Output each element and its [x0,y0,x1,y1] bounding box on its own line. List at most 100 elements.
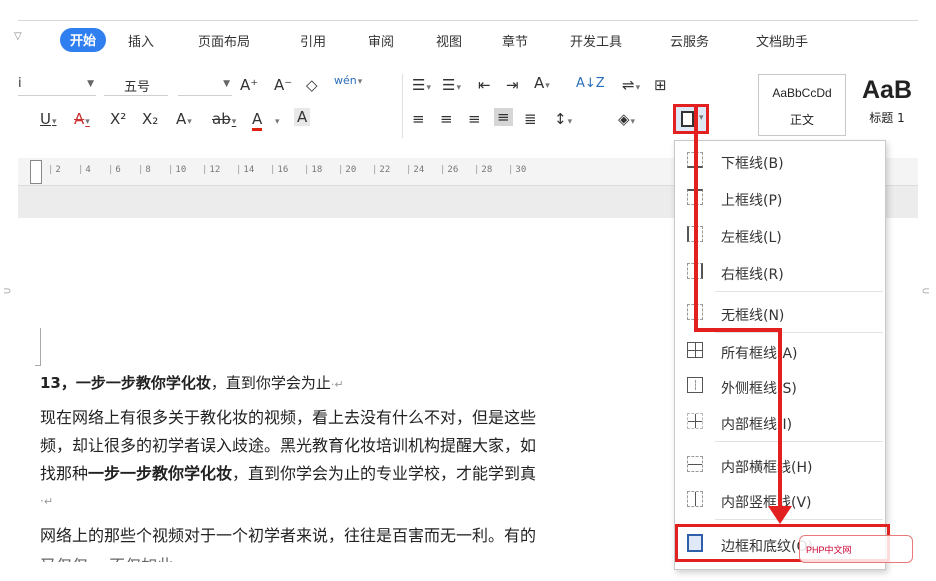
text-effect-button[interactable]: A▾ [176,110,192,128]
font-color-button[interactable]: A [252,110,263,131]
page-corner-mark [35,328,41,366]
table-grid-icon[interactable]: ⊞ [654,76,667,94]
style-normal[interactable]: AaBbCcDd 正文 [758,74,846,136]
doc-heading[interactable]: 13，一步一步教你学化妆，直到你学会为止·↵ [40,372,344,393]
ruler-tick: 20 [338,165,356,175]
paragraph-mark: ·↵ [330,378,344,391]
ruler-tick: 10 [168,165,186,175]
show-marks-icon[interactable]: ⇌▾ [622,76,640,94]
grow-font-button[interactable]: A⁺ [240,76,258,94]
tab-references[interactable]: 引用 [300,31,326,50]
ruler-tick: 16 [270,165,288,175]
left-border-icon [687,226,703,242]
tab-chapter[interactable]: 章节 [502,31,528,50]
menu-item-outside-borders[interactable]: 外侧框线(S) [675,371,885,401]
doc-line-partial[interactable]: 又仅仅… 不仅如此 … [40,552,194,562]
menu-item-label: 外侧框线(S) [721,381,797,397]
font-color-dropdown[interactable]: ▾ [274,110,280,128]
group-separator [402,74,403,138]
doc-text-bold: 一步一步教你学化妆 [88,464,233,483]
tab-page-layout[interactable]: 页面布局 [198,31,250,50]
highlight-button[interactable]: ab▾ [212,110,236,128]
indent-marker-icon[interactable] [30,160,42,184]
align-center-icon[interactable]: ≡ [440,110,453,128]
inside-horizontal-border-icon [687,456,703,472]
menu-item-all-borders[interactable]: 所有框线(A) [675,336,885,366]
menu-item-right-border[interactable]: 右框线(R) [675,257,885,287]
menu-item-inside-borders[interactable]: 内部框线(I) [675,407,885,437]
shrink-font-button[interactable]: A⁻ [274,76,292,94]
ruler-tick: 6 [108,165,120,175]
tab-cloud-service[interactable]: 云服务 [670,31,709,50]
doc-empty-line[interactable]: ·↵ [40,494,53,508]
phonetic-label: wén [334,74,357,87]
strikethrough-button[interactable]: A▾ [74,110,90,128]
numbered-list-icon[interactable]: ☰▾ [442,76,461,94]
tab-view[interactable]: 视图 [436,31,462,50]
increase-indent-icon[interactable]: ⇥ [506,76,519,94]
font-size-value: 五号 [124,80,151,95]
menu-item-label: 内部框线(I) [721,417,793,433]
doc-text: 找那种 [40,464,89,483]
tab-doc-assistant[interactable]: 文档助手 [756,31,808,50]
ruler-tick: 28 [474,165,492,175]
right-border-icon [687,263,703,279]
align-right-icon[interactable]: ≡ [468,110,481,128]
inside-vertical-border-icon [687,491,703,507]
collapse-caret-icon[interactable]: ▽ [14,31,22,42]
font-size-combo[interactable]: 五号 [104,76,168,96]
clear-format-icon[interactable]: ◇ [306,76,318,94]
tab-developer[interactable]: 开发工具 [570,31,622,50]
chevron-down-icon: ▼ [87,79,94,89]
menu-item-inside-vertical[interactable]: 内部竖框线(V) [675,485,885,515]
decrease-indent-icon[interactable]: ⇤ [478,76,491,94]
doc-heading-bold: 13，一步一步教你学化妆 [40,374,211,392]
underline-button[interactable]: U▾ [40,110,57,128]
tab-insert[interactable]: 插入 [128,31,154,50]
change-case-button[interactable]: A▾ [534,74,550,92]
justify-icon[interactable]: ≡ [494,108,513,126]
subscript-button[interactable]: X₂ [142,110,158,128]
align-left-icon[interactable]: ≡ [412,110,425,128]
distributed-align-icon[interactable]: ≣ [524,110,537,128]
menu-item-bottom-border[interactable]: 下框线(B) [675,146,885,176]
doc-line[interactable]: 网络上的那些个视频对于一个初学者来说，往往是百害而无一利。有的 [40,522,536,546]
ribbon-tab-bar: ▽ 开始 插入 页面布局 引用 审阅 视图 章节 开发工具 云服务 文档助手 [14,20,918,68]
ruler-tick: 22 [372,165,390,175]
ruler-tick: 14 [236,165,254,175]
ruler-tick: 2 [48,165,60,175]
bullet-list-icon[interactable]: ☰▾ [412,76,431,94]
font-color-label: A [252,110,263,128]
superscript-button[interactable]: X² [110,110,126,128]
underline-label: U [40,110,51,128]
ruler-tick: 12 [202,165,220,175]
border-icon [681,111,694,127]
highlight-label: ab [212,110,231,128]
doc-text: ，直到你学会为止的专业学校，才能学到真 [232,464,537,483]
menu-item-label: 右框线(R) [721,267,784,283]
tab-review[interactable]: 审阅 [368,31,394,50]
style-heading1[interactable]: AaB 标题 1 [852,74,922,136]
line-spacing-icon[interactable]: ↕▾ [554,110,572,128]
font-size-dropdown[interactable]: ▼ [178,76,232,96]
menu-item-top-border[interactable]: 上框线(P) [675,183,885,213]
tab-home[interactable]: 开始 [60,28,107,52]
menu-item-label: 内部竖框线(V) [721,495,812,511]
doc-line[interactable]: 频，却让很多的初学者误入歧途。黑光教育化妆培训机构提醒大家，如 [40,432,536,456]
doc-line[interactable]: 找那种一步一步教你学化妆，直到你学会为止的专业学校，才能学到真 [40,460,536,484]
border-button-highlighted[interactable]: ▾ [673,104,709,134]
menu-item-no-border[interactable]: 无框线(N) [675,298,885,328]
ruler-tick: 26 [440,165,458,175]
phonetic-guide-button[interactable]: wén▾ [334,74,362,87]
menu-item-inside-horizontal[interactable]: 内部横框线(H) [675,450,885,480]
shading-icon[interactable]: ◈▾ [618,110,635,128]
chevron-down-icon: ▾ [357,77,363,87]
char-shading-button[interactable]: A [294,108,311,126]
no-border-icon [687,304,703,320]
doc-line[interactable]: 现在网络上有很多关于教化妆的视频，看上去没有什么不对，但是这些 [40,404,536,428]
sort-button[interactable]: A↓Z [576,76,605,91]
style-normal-sample: AaBbCcDd [772,86,832,100]
font-name-combo[interactable]: i ▼ [18,76,96,96]
menu-item-left-border[interactable]: 左框线(L) [675,220,885,250]
all-borders-icon [687,342,703,358]
